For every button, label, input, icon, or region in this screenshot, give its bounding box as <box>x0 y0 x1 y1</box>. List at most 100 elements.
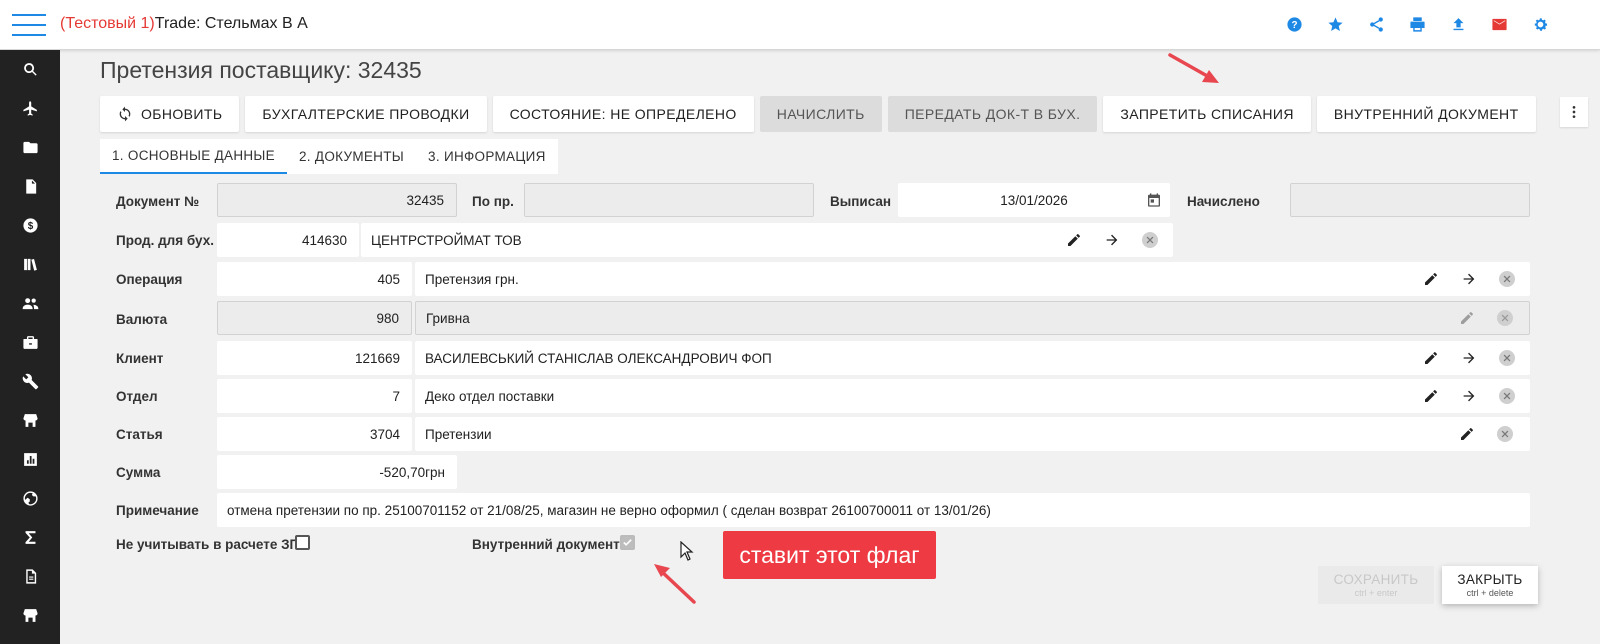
internal-doc-checkbox[interactable] <box>620 535 635 550</box>
accrued-field[interactable] <box>1290 183 1530 217</box>
library-icon[interactable] <box>0 245 60 284</box>
clear-icon[interactable] <box>1496 347 1518 369</box>
charge-button[interactable]: НАЧИСЛИТЬ <box>759 96 882 132</box>
save-button[interactable]: СОХРАНИТЬ ctrl + enter <box>1318 566 1434 604</box>
folder-icon[interactable] <box>0 128 60 167</box>
tab-bar: 1. ОСНОВНЫЕ ДАННЫЕ 2. ДОКУМЕНТЫ 3. ИНФОР… <box>100 139 558 174</box>
app-name: Trade: Стельмах В А <box>154 15 308 32</box>
star-icon[interactable] <box>1325 14 1345 34</box>
print-icon[interactable] <box>1407 14 1427 34</box>
clear-icon[interactable] <box>1496 268 1518 290</box>
share-icon[interactable] <box>1366 14 1386 34</box>
currency-label: Валюта <box>116 312 168 327</box>
article-label: Статья <box>116 427 163 442</box>
close-hint: ctrl + delete <box>1466 588 1514 598</box>
sum-label: Сумма <box>116 465 161 480</box>
edit-icon[interactable] <box>1063 229 1085 251</box>
toolbar: ОБНОВИТЬ БУХГАЛТЕРСКИЕ ПРОВОДКИ СОСТОЯНИ… <box>100 96 1536 132</box>
arrow-forward-icon[interactable] <box>1458 385 1480 407</box>
store-icon[interactable] <box>0 401 60 440</box>
edit-icon <box>1456 307 1478 329</box>
people-icon[interactable] <box>0 284 60 323</box>
close-button[interactable]: ЗАКРЫТЬ ctrl + delete <box>1442 566 1538 604</box>
more-vert-icon[interactable] <box>1560 97 1588 127</box>
menu-icon[interactable] <box>12 12 46 38</box>
department-name-field[interactable]: Деко отдел поставки <box>415 379 1530 413</box>
operation-actions <box>1420 268 1518 290</box>
article-name-field[interactable]: Претензии <box>415 417 1530 451</box>
transfer-to-accounting-button[interactable]: ПЕРЕДАТЬ ДОК-Т В БУХ. <box>887 96 1098 132</box>
edit-icon[interactable] <box>1420 385 1442 407</box>
client-label: Клиент <box>116 351 164 366</box>
main-content: Претензия поставщику: 32435 ОБНОВИТЬ БУХ… <box>60 50 1600 644</box>
accrued-label: Начислено <box>1187 194 1260 209</box>
client-name-field[interactable]: ВАСИЛЕВСЬКИЙ СТАНІСЛАВ ОЛЕКСАНДРОВИЧ ФОП <box>415 341 1530 375</box>
dollar-icon[interactable]: $ <box>0 206 60 245</box>
environment-label: (Тестовый 1) <box>60 15 155 32</box>
operation-name-field[interactable]: Претензия грн. <box>415 262 1530 296</box>
refresh-icon <box>119 106 131 122</box>
arrow-forward-icon[interactable] <box>1458 347 1480 369</box>
seller-name-field[interactable]: ЦЕНТРСТРОЙМАТ ТОВ <box>361 223 1173 257</box>
clear-icon[interactable] <box>1494 423 1516 445</box>
currency-code-field[interactable]: 980 <box>217 301 412 335</box>
article-actions <box>1456 423 1516 445</box>
seller-actions <box>1063 229 1161 251</box>
client-code-field[interactable]: 121669 <box>217 341 412 375</box>
chart-icon[interactable] <box>0 440 60 479</box>
seller-code-field[interactable]: 414630 <box>217 223 359 257</box>
tab-main-data[interactable]: 1. ОСНОВНЫЕ ДАННЫЕ <box>100 139 287 174</box>
tab-information[interactable]: 3. ИНФОРМАЦИЯ <box>416 139 558 174</box>
document-icon[interactable] <box>0 167 60 206</box>
annotation-callout: ставит этот флаг <box>723 531 936 579</box>
arrow-forward-icon[interactable] <box>1101 229 1123 251</box>
po-pr-field[interactable] <box>524 183 814 217</box>
header-actions: ? <box>1284 14 1550 34</box>
edit-icon[interactable] <box>1420 347 1442 369</box>
clear-icon[interactable] <box>1496 385 1518 407</box>
exclude-zp-checkbox[interactable] <box>295 535 310 550</box>
mail-icon[interactable] <box>1489 14 1509 34</box>
state-button[interactable]: СОСТОЯНИЕ: НЕ ОПРЕДЕЛЕНО <box>492 96 754 132</box>
search-icon[interactable] <box>0 50 60 89</box>
department-label: Отдел <box>116 389 158 404</box>
issued-label: Выписан <box>830 194 892 209</box>
department-actions <box>1420 385 1518 407</box>
arrow-forward-icon[interactable] <box>1458 268 1480 290</box>
forbid-writeoff-button[interactable]: ЗАПРЕТИТЬ СПИСАНИЯ <box>1103 96 1311 132</box>
department-code-field[interactable]: 7 <box>217 379 412 413</box>
edit-icon[interactable] <box>1456 423 1478 445</box>
sum-field[interactable]: -520,70грн <box>217 455 457 489</box>
edit-icon[interactable] <box>1420 268 1442 290</box>
article-code-field[interactable]: 3704 <box>217 417 412 451</box>
issued-date-field[interactable]: 13/01/2026 <box>898 183 1170 217</box>
tab-documents[interactable]: 2. ДОКУМЕНТЫ <box>287 139 416 174</box>
internal-document-button[interactable]: ВНУТРЕННИЙ ДОКУМЕНТ <box>1316 96 1536 132</box>
sigma-icon[interactable] <box>0 518 60 557</box>
annotation-arrow-checkbox <box>654 564 696 604</box>
svg-text:?: ? <box>1291 20 1297 31</box>
operation-code-field[interactable]: 405 <box>217 262 412 296</box>
help-icon[interactable]: ? <box>1284 14 1304 34</box>
save-hint: ctrl + enter <box>1354 588 1398 598</box>
airplane-icon[interactable] <box>0 89 60 128</box>
globe-icon[interactable] <box>0 479 60 518</box>
accounting-entries-button[interactable]: БУХГАЛТЕРСКИЕ ПРОВОДКИ <box>245 96 487 132</box>
store-icon-2[interactable] <box>0 596 60 635</box>
calendar-icon[interactable] <box>1146 192 1162 211</box>
note-field[interactable]: отмена претензии по пр. 25100701152 от 2… <box>217 493 1530 527</box>
currency-name-field[interactable]: Гривна <box>415 301 1530 335</box>
note-label: Примечание <box>116 503 199 518</box>
po-pr-label: По пр. <box>472 194 514 209</box>
briefcase-icon[interactable] <box>0 323 60 362</box>
refresh-button[interactable]: ОБНОВИТЬ <box>100 96 240 132</box>
exclude-zp-label: Не учитывать в расчете ЗП <box>116 537 300 552</box>
upload-icon[interactable] <box>1448 14 1468 34</box>
wrench-icon[interactable] <box>0 362 60 401</box>
app-title: (Тестовый 1)Trade: Стельмах В А <box>60 15 308 33</box>
doc-number-field[interactable]: 32435 <box>217 183 457 217</box>
settings-icon[interactable] <box>1530 14 1550 34</box>
clear-icon[interactable] <box>1139 229 1161 251</box>
doc-number-label: Документ № <box>116 194 200 209</box>
file-icon[interactable] <box>0 557 60 596</box>
